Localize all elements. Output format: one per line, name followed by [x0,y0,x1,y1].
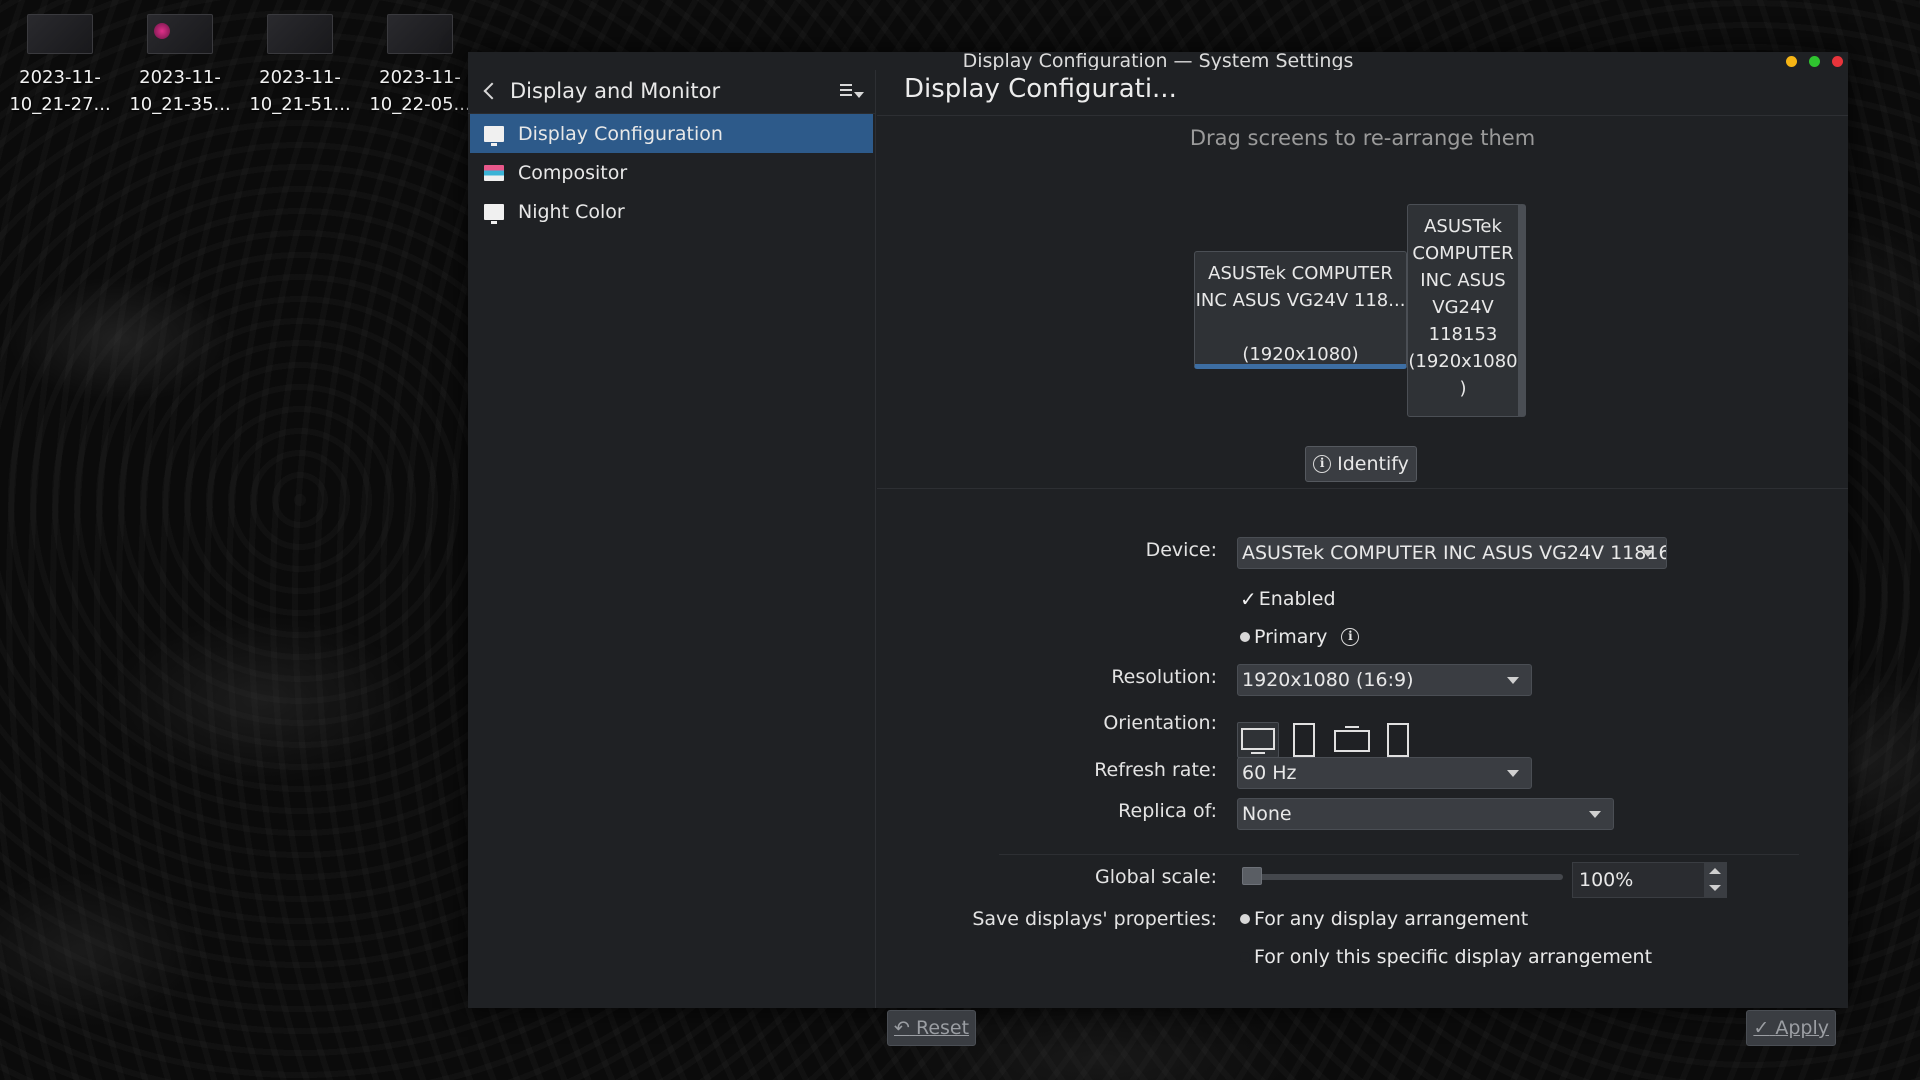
sidebar-item-label: Display Configuration [518,122,723,145]
orientation-portrait-right-button[interactable] [1383,722,1417,758]
hamburger-menu-icon[interactable] [840,84,864,102]
device-select[interactable]: ASUSTek COMPUTER INC ASUS VG24V 11816 [1237,537,1667,569]
orientation-inverted-button[interactable] [1331,722,1373,758]
refresh-rate-select[interactable]: 60 Hz [1237,757,1532,789]
global-scale-spinbox[interactable]: 100% [1572,862,1727,898]
global-scale-label: Global scale: [1094,866,1217,888]
sidebar-item-label: Compositor [518,161,628,184]
orientation-landscape-button[interactable] [1237,722,1279,758]
sidebar: Display and Monitor Display Configuratio… [468,70,876,1008]
device-label: Device: [1145,539,1217,561]
spin-up-icon[interactable] [1704,863,1726,880]
desktop-file-4[interactable]: 2023-11- 10_22-05... [364,14,476,118]
image-thumbnail-icon [387,14,453,54]
desktop-file-1[interactable]: 2023-11- 10_21-27... [4,14,116,118]
screen-preview-2[interactable]: ASUSTek COMPUTER INC ASUS VG24V 118153 (… [1407,204,1526,417]
desktop-file-label: 2023-11- 10_21-35... [129,67,231,115]
global-scale-slider-handle[interactable] [1242,867,1262,885]
save-specific-arrangement-radio[interactable]: For only this specific display arrangeme… [1240,946,1652,968]
replica-of-label: Replica of: [1118,800,1217,822]
divider [999,854,1799,855]
compositor-icon [484,164,504,181]
primary-radio[interactable]: Primary i [1240,626,1360,648]
close-button[interactable] [1832,56,1843,67]
desktop-file-label: 2023-11- 10_21-27... [9,67,111,115]
resolution-select[interactable]: 1920x1080 (16:9) [1237,664,1532,696]
reset-button[interactable]: ↶ Reset [887,1010,977,1046]
drag-hint: Drag screens to re-arrange them [1189,126,1536,150]
info-icon[interactable]: i [1341,628,1360,646]
divider [877,488,1848,489]
sidebar-item-compositor[interactable]: Compositor [470,153,873,192]
maximize-button[interactable] [1809,56,1820,67]
chevron-down-icon [1642,550,1654,557]
sidebar-title: Display and Monitor [510,79,721,103]
main-header: Display Configurati... [877,70,1848,116]
inverted-monitor-icon [1334,730,1370,752]
checkmark-icon: ✓ [1753,1017,1770,1039]
radio-selected-icon [1240,632,1250,642]
image-thumbnail-icon [27,14,93,54]
image-thumbnail-icon [147,14,213,54]
refresh-rate-label: Refresh rate: [1094,759,1217,781]
orientation-portrait-left-button[interactable] [1287,722,1321,758]
sidebar-item-night-color[interactable]: Night Color [470,192,873,231]
orientation-label: Orientation: [1103,712,1217,734]
page-title: Display Configurati... [904,74,1177,104]
monitor-icon [484,125,504,146]
global-scale-slider-track[interactable] [1243,874,1563,880]
monitor-icon [484,203,504,224]
sidebar-header: Display and Monitor [468,70,875,114]
identify-button[interactable]: i Identify [1305,446,1417,482]
sidebar-item-label: Night Color [518,200,625,223]
minimize-button[interactable] [1786,56,1797,67]
undo-icon: ↶ [894,1017,910,1039]
apply-button[interactable]: ✓ Apply [1746,1010,1836,1046]
system-settings-window: Display Configuration — System Settings … [468,50,1848,1046]
enabled-checkbox[interactable]: ✓ Enabled [1240,587,1336,611]
replica-of-select[interactable]: None [1237,798,1614,830]
save-properties-label: Save displays' properties: [972,908,1217,930]
desktop-file-3[interactable]: 2023-11- 10_21-51... [244,14,356,118]
desktop-file-2[interactable]: 2023-11- 10_21-35... [124,14,236,118]
sidebar-item-display-configuration[interactable]: Display Configuration [470,114,873,153]
portrait-right-monitor-icon [1387,723,1409,757]
chevron-down-icon [1507,770,1519,777]
main-content: Display Configurati... Drag screens to r… [877,70,1848,1046]
spin-down-icon[interactable] [1704,880,1726,897]
image-thumbnail-icon [267,14,333,54]
chevron-down-icon [1507,677,1519,684]
save-any-arrangement-radio[interactable]: For any display arrangement [1240,908,1528,930]
window-title: Display Configuration — System Settings [962,50,1354,72]
radio-unselected-icon [1240,952,1250,962]
landscape-monitor-icon [1241,728,1275,750]
desktop-file-label: 2023-11- 10_21-51... [249,67,351,115]
screen-preview-1[interactable]: ASUSTek COMPUTER INC ASUS VG24V 118... (… [1194,251,1407,369]
portrait-left-monitor-icon [1293,723,1315,757]
radio-selected-icon [1240,914,1250,924]
chevron-down-icon [1589,811,1601,818]
desktop-file-label: 2023-11- 10_22-05... [369,67,471,115]
resolution-label: Resolution: [1111,666,1217,688]
back-arrow-icon[interactable] [483,82,501,100]
checkmark-icon: ✓ [1240,587,1257,611]
info-icon: i [1313,455,1332,473]
